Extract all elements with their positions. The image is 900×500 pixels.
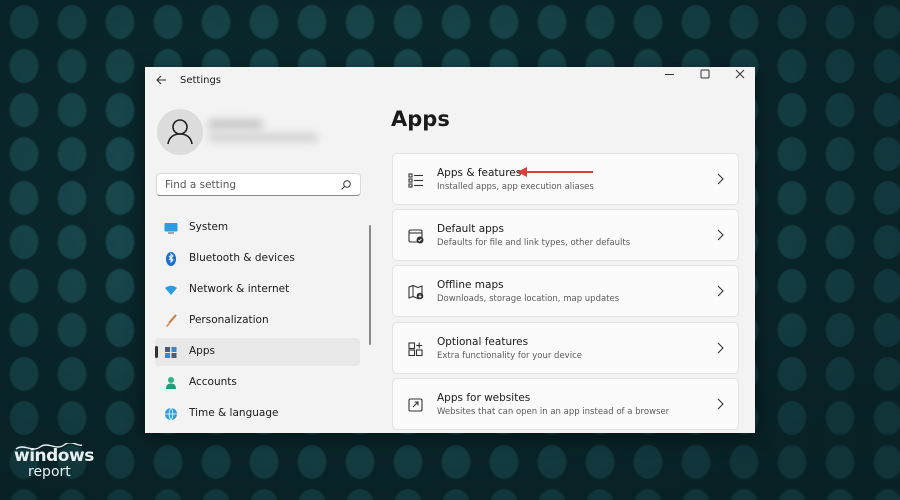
back-button[interactable] xyxy=(153,74,169,90)
card-subtitle: Extra functionality for your device xyxy=(437,351,582,361)
bluetooth-icon xyxy=(166,252,176,266)
globe-icon xyxy=(165,407,177,421)
user-email-redacted xyxy=(208,133,318,142)
chevron-right-icon xyxy=(717,173,724,185)
avatar[interactable] xyxy=(157,109,203,155)
window-title: Settings xyxy=(180,75,222,86)
apps-list-icon xyxy=(408,173,423,188)
close-icon xyxy=(735,69,745,79)
card-title: Offline maps xyxy=(437,279,504,291)
chevron-right-icon xyxy=(717,398,724,410)
card-default-apps[interactable]: Default apps Defaults for file and link … xyxy=(392,209,739,261)
minimize-button[interactable] xyxy=(655,67,685,97)
brush-icon xyxy=(166,314,177,327)
card-optional-features[interactable]: Optional features Extra functionality fo… xyxy=(392,322,739,374)
sidebar-item-personalization[interactable]: Personalization xyxy=(155,307,360,335)
sidebar-item-label: Accounts xyxy=(189,376,237,388)
user-name-redacted xyxy=(208,119,263,130)
card-subtitle: Installed apps, app execution aliases xyxy=(437,182,594,192)
card-subtitle: Websites that can open in an app instead… xyxy=(437,407,670,417)
sidebar-item-bluetooth[interactable]: Bluetooth & devices xyxy=(155,245,360,273)
card-subtitle: Downloads, storage location, map updates xyxy=(437,294,620,304)
user-icon xyxy=(167,119,193,145)
sidebar-item-label: System xyxy=(189,221,229,233)
logo-wave-icon xyxy=(15,443,83,450)
minimize-icon xyxy=(665,74,674,75)
title-bar: Settings xyxy=(145,67,755,97)
card-subtitle: Defaults for file and link types, other … xyxy=(437,238,631,248)
apps-icon xyxy=(165,347,177,358)
chevron-right-icon xyxy=(717,285,724,297)
sidebar-item-label: Personalization xyxy=(189,314,269,326)
accounts-icon xyxy=(166,377,176,389)
windows-report-logo: windows report xyxy=(14,443,94,480)
page-title: Apps xyxy=(391,107,450,131)
settings-window: Settings Find a setting System Bluetooth… xyxy=(145,67,755,433)
sidebar-item-label: Network & internet xyxy=(189,283,290,295)
card-offline-maps[interactable]: Offline maps Downloads, storage location… xyxy=(392,265,739,317)
card-apps-features[interactable]: Apps & features Installed apps, app exec… xyxy=(392,153,739,205)
optional-features-icon xyxy=(408,342,423,357)
active-indicator xyxy=(155,346,158,358)
wifi-icon xyxy=(165,285,177,295)
sidebar-item-time-language[interactable]: Time & language xyxy=(155,400,360,428)
card-apps-for-websites[interactable]: Apps for websites Websites that can open… xyxy=(392,378,739,430)
sidebar-item-label: Time & language xyxy=(189,407,279,419)
open-in-app-icon xyxy=(408,398,423,412)
sidebar-item-accounts[interactable]: Accounts xyxy=(155,369,360,397)
chevron-right-icon xyxy=(717,229,724,241)
search-input[interactable]: Find a setting xyxy=(156,173,361,196)
card-title: Optional features xyxy=(437,336,529,348)
card-title: Default apps xyxy=(437,223,504,235)
sidebar-item-network[interactable]: Network & internet xyxy=(155,276,360,304)
sidebar-item-system[interactable]: System xyxy=(155,214,360,242)
close-button[interactable] xyxy=(725,67,755,97)
system-icon xyxy=(164,223,178,234)
maximize-button[interactable] xyxy=(690,67,720,97)
default-apps-icon xyxy=(408,229,424,244)
sidebar-item-label: Bluetooth & devices xyxy=(189,252,295,264)
sidebar-scrollbar[interactable] xyxy=(369,225,371,345)
card-title: Apps for websites xyxy=(437,392,531,404)
card-title: Apps & features xyxy=(437,167,522,179)
search-icon xyxy=(341,180,351,190)
logo-line-2: report xyxy=(28,464,71,480)
map-icon xyxy=(408,284,424,300)
back-arrow-icon xyxy=(156,75,166,85)
sidebar-item-label: Apps xyxy=(189,345,215,357)
chevron-right-icon xyxy=(717,342,724,354)
maximize-icon xyxy=(700,69,710,79)
search-placeholder: Find a setting xyxy=(165,179,237,191)
sidebar-item-apps[interactable]: Apps xyxy=(155,338,360,366)
annotation-arrow-icon xyxy=(517,167,593,177)
